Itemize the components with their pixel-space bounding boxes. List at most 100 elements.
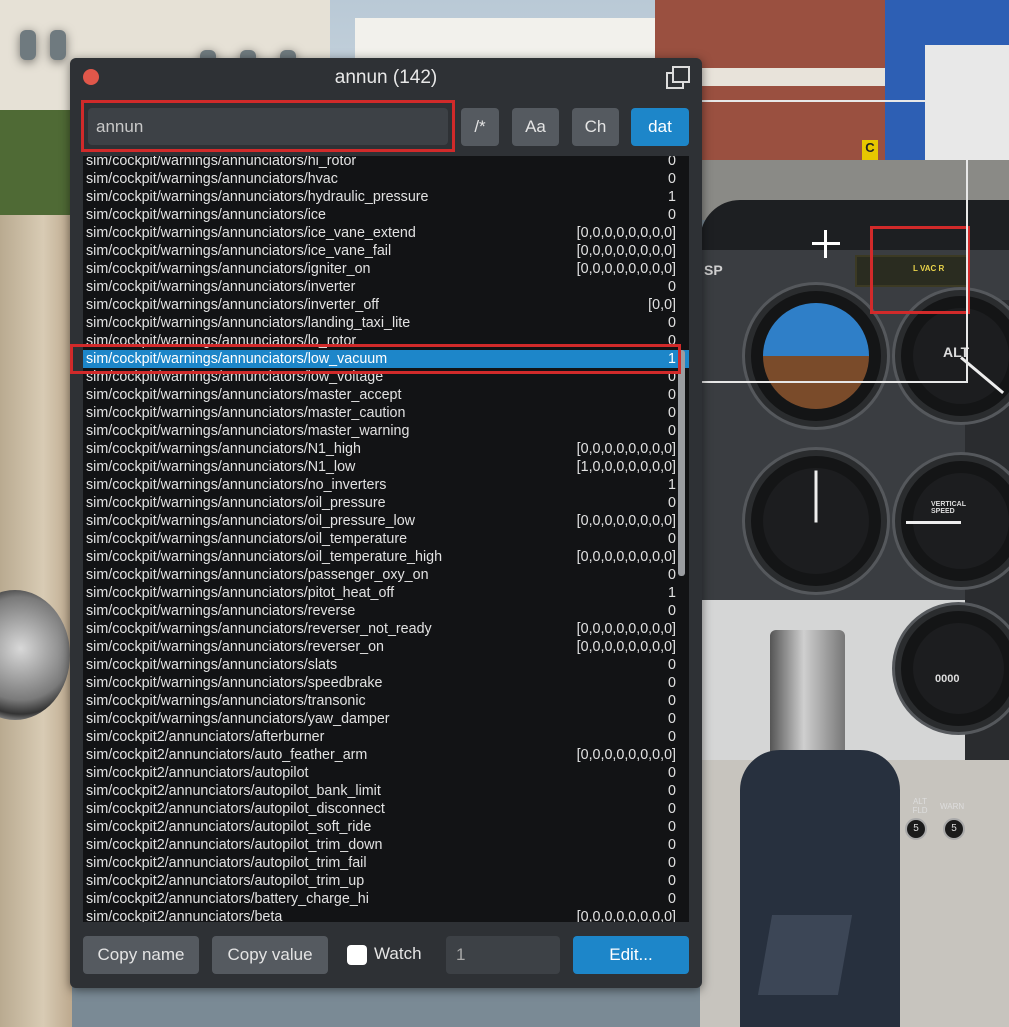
dataref-row[interactable]: sim/cockpit2/annunciators/autopilot_disc… (83, 800, 689, 818)
dataref-row[interactable]: sim/cockpit/warnings/annunciators/speedb… (83, 674, 689, 692)
dataref-row[interactable]: sim/cockpit/warnings/annunciators/master… (83, 422, 689, 440)
dataref-row[interactable]: sim/cockpit2/annunciators/autopilot_trim… (83, 836, 689, 854)
dataref-row[interactable]: sim/cockpit2/annunciators/auto_feather_a… (83, 746, 689, 764)
dataref-name: sim/cockpit/warnings/annunciators/oil_te… (86, 549, 443, 565)
dataref-row[interactable]: sim/cockpit/warnings/annunciators/revers… (83, 602, 689, 620)
dataref-value: 0 (668, 783, 676, 799)
dataref-row[interactable]: sim/cockpit/warnings/annunciators/passen… (83, 566, 689, 584)
dataref-row[interactable]: sim/cockpit/warnings/annunciators/oil_pr… (83, 512, 689, 530)
dataref-row[interactable]: sim/cockpit/warnings/annunciators/oil_te… (83, 548, 689, 566)
copy-value-button[interactable]: Copy value (212, 936, 328, 974)
dataref-row[interactable]: sim/cockpit/warnings/annunciators/ice_va… (83, 224, 689, 242)
dataref-value: 0 (668, 171, 676, 187)
dataref-row[interactable]: sim/cockpit/warnings/annunciators/ice 0 (83, 206, 689, 224)
dataref-row[interactable]: sim/cockpit/warnings/annunciators/ice_va… (83, 242, 689, 260)
alt-fld-button[interactable]: 5 (905, 818, 927, 840)
dataref-name: sim/cockpit/warnings/annunciators/oil_pr… (86, 513, 415, 529)
case-sensitive-toggle-button[interactable]: Aa (512, 108, 559, 146)
dataref-name: sim/cockpit2/annunciators/autopilot_trim… (86, 837, 383, 853)
value-field[interactable]: 1 (446, 936, 560, 974)
dataref-row[interactable]: sim/cockpit/warnings/annunciators/master… (83, 404, 689, 422)
dataref-row[interactable]: sim/cockpit/warnings/annunciators/revers… (83, 638, 689, 656)
dataref-row[interactable]: sim/cockpit2/annunciators/afterburner 0 (83, 728, 689, 746)
dataref-name: sim/cockpit/warnings/annunciators/hvac (86, 171, 338, 187)
dataref-row[interactable]: sim/cockpit/warnings/annunciators/hi_rot… (83, 156, 689, 170)
dataref-name: sim/cockpit/warnings/annunciators/revers… (86, 621, 432, 637)
dataref-tool-window: annun (142) /* Aa Ch dat sim/cockpit/war… (70, 58, 702, 988)
dataref-row[interactable]: sim/cockpit/warnings/annunciators/transo… (83, 692, 689, 710)
dataref-row[interactable]: sim/cockpit/warnings/annunciators/hvac 0 (83, 170, 689, 188)
dataref-name: sim/cockpit2/annunciators/autopilot_soft… (86, 819, 372, 835)
dataref-row[interactable]: sim/cockpit/warnings/annunciators/invert… (83, 296, 689, 314)
dataref-name: sim/cockpit/warnings/annunciators/master… (86, 405, 406, 421)
dataref-name: sim/cockpit/warnings/annunciators/ice_va… (86, 243, 392, 259)
dataref-source-button[interactable]: dat (631, 108, 689, 146)
dataref-name: sim/cockpit/warnings/annunciators/speedb… (86, 675, 383, 691)
dataref-value: [0,0,0,0,0,0,0,0] (576, 747, 676, 763)
dataref-row[interactable]: sim/cockpit/warnings/annunciators/no_inv… (83, 476, 689, 494)
dataref-value: [0,0,0,0,0,0,0,0] (576, 909, 676, 922)
dataref-value: [0,0,0,0,0,0,0,0] (576, 549, 676, 565)
dataref-value: 0 (668, 675, 676, 691)
dataref-value: 0 (668, 873, 676, 889)
dataref-row[interactable]: sim/cockpit/warnings/annunciators/yaw_da… (83, 710, 689, 728)
dataref-name: sim/cockpit/warnings/annunciators/passen… (86, 567, 429, 583)
dataref-row[interactable]: sim/cockpit/warnings/annunciators/N1_low… (83, 458, 689, 476)
dataref-row[interactable]: sim/cockpit2/annunciators/autopilot_bank… (83, 782, 689, 800)
regex-toggle-button[interactable]: /* (461, 108, 499, 146)
dataref-row[interactable]: sim/cockpit2/annunciators/battery_charge… (83, 890, 689, 908)
dataref-value: 0 (668, 567, 676, 583)
dataref-name: sim/cockpit2/annunciators/autopilot_trim… (86, 855, 367, 871)
dataref-value: 0 (668, 837, 676, 853)
copy-name-button[interactable]: Copy name (83, 936, 199, 974)
dataref-name: sim/cockpit2/annunciators/afterburner (86, 729, 325, 745)
dataref-row[interactable]: sim/cockpit/warnings/annunciators/invert… (83, 278, 689, 296)
dataref-name: sim/cockpit/warnings/annunciators/revers… (86, 639, 384, 655)
dataref-list[interactable]: sim/cockpit/warnings/annunciators/hi_rot… (83, 156, 689, 922)
dataref-name: sim/cockpit/warnings/annunciators/invert… (86, 279, 356, 295)
dataref-name: sim/cockpit/warnings/annunciators/oil_pr… (86, 495, 386, 511)
dataref-value: [0,0,0,0,0,0,0,0] (576, 261, 676, 277)
dataref-name: sim/cockpit/warnings/annunciators/ice_va… (86, 225, 416, 241)
window-titlebar[interactable]: annun (142) (70, 58, 702, 98)
dataref-name: sim/cockpit/warnings/annunciators/hydrau… (86, 189, 429, 205)
popout-window-icon[interactable] (666, 66, 690, 89)
dataref-value: 0 (668, 711, 676, 727)
search-input[interactable] (88, 108, 448, 145)
dataref-row[interactable]: sim/cockpit/warnings/annunciators/pitot_… (83, 584, 689, 602)
dataref-value: 0 (668, 891, 676, 907)
dataref-value: [0,0,0,0,0,0,0,0] (576, 225, 676, 241)
list-scrollbar[interactable] (678, 350, 685, 576)
dataref-row[interactable]: sim/cockpit2/annunciators/autopilot 0 (83, 764, 689, 782)
dataref-row[interactable]: sim/cockpit2/annunciators/beta [0,0,0,0,0… (83, 908, 689, 922)
dataref-row[interactable]: sim/cockpit/warnings/annunciators/oil_pr… (83, 494, 689, 512)
dataref-name: sim/cockpit/warnings/annunciators/landin… (86, 315, 411, 331)
dataref-row[interactable]: sim/cockpit2/annunciators/autopilot_soft… (83, 818, 689, 836)
dataref-name: sim/cockpit/warnings/annunciators/oil_te… (86, 531, 408, 547)
dataref-row[interactable]: sim/cockpit/warnings/annunciators/landin… (83, 314, 689, 332)
dataref-name: sim/cockpit2/annunciators/autopilot_trim… (86, 873, 365, 889)
crosshair-icon (812, 230, 840, 258)
dataref-row[interactable]: sim/cockpit/warnings/annunciators/master… (83, 386, 689, 404)
dataref-name: sim/cockpit/warnings/annunciators/yaw_da… (86, 711, 390, 727)
dataref-name: sim/cockpit2/annunciators/auto_feather_a… (86, 747, 368, 763)
watch-checkbox[interactable] (347, 945, 367, 965)
dataref-row[interactable]: sim/cockpit2/annunciators/autopilot_trim… (83, 872, 689, 890)
dataref-name: sim/cockpit2/annunciators/battery_charge… (86, 891, 369, 907)
dataref-row[interactable]: sim/cockpit/warnings/annunciators/slats 0 (83, 656, 689, 674)
dataref-row[interactable]: sim/cockpit/warnings/annunciators/oil_te… (83, 530, 689, 548)
dataref-row[interactable]: sim/cockpit/warnings/annunciators/revers… (83, 620, 689, 638)
edit-button[interactable]: Edit... (573, 936, 689, 974)
dataref-name: sim/cockpit2/annunciators/autopilot (86, 765, 309, 781)
warn-button[interactable]: 5 (943, 818, 965, 840)
dataref-row[interactable]: sim/cockpit/warnings/annunciators/ignite… (83, 260, 689, 278)
dataref-value: [0,0] (648, 297, 676, 313)
dataref-row[interactable]: sim/cockpit2/annunciators/autopilot_trim… (83, 854, 689, 872)
changed-filter-button[interactable]: Ch (572, 108, 619, 146)
dataref-row[interactable]: sim/cockpit/warnings/annunciators/N1_hig… (83, 440, 689, 458)
dataref-row[interactable]: sim/cockpit/warnings/annunciators/hydrau… (83, 188, 689, 206)
dataref-name: sim/cockpit/warnings/annunciators/N1_hig… (86, 441, 361, 457)
dataref-value: 0 (668, 819, 676, 835)
building-window (20, 30, 36, 60)
dataref-value: 1 (668, 189, 676, 205)
